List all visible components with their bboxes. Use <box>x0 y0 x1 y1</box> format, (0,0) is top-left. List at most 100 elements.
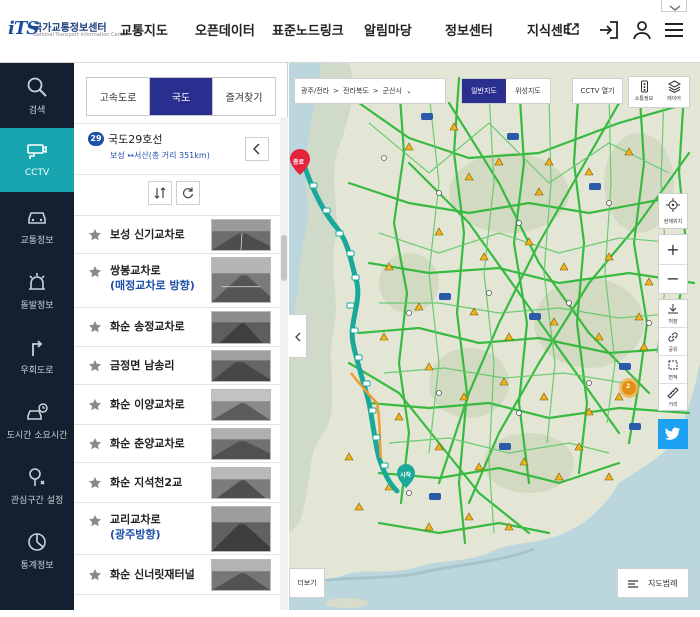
list-scrollbar[interactable] <box>280 117 288 610</box>
cctv-thumbnail[interactable] <box>211 257 271 303</box>
scrollbar-thumb[interactable] <box>281 235 287 281</box>
tab-favorites[interactable]: 즐겨찾기 <box>213 78 275 115</box>
sidebar-item-favorite-route[interactable]: 관심구간 설정 <box>0 453 74 517</box>
list-item[interactable]: 화순 지석천2교 <box>74 463 280 503</box>
sidebar-item-label: 도시간 소요시간 <box>6 431 68 441</box>
list-item[interactable]: 금정면 남송리 <box>74 347 280 385</box>
site-logo[interactable]: iTS 국가교통정보센터 National Transport Informat… <box>8 18 128 44</box>
list-item[interactable]: 보성 신기교차로 <box>74 216 280 254</box>
share-button[interactable]: 공유 <box>659 328 687 356</box>
breadcrumb-province[interactable]: 전라북도 <box>343 86 369 96</box>
nav-open-data[interactable]: 오픈데이터 <box>195 20 255 39</box>
layer-button[interactable]: 레이어 <box>659 77 689 107</box>
cctv-name: 화순 지석천2교 <box>110 476 183 489</box>
traffic-map[interactable]: 종료 시작 2 광주/전라 > 전라북도 > 군산시 ⌄ 일반지도 위성지도 C… <box>289 63 700 610</box>
sidebar-item-label: 통계정보 <box>20 561 54 571</box>
refresh-button[interactable] <box>176 181 200 205</box>
save-button[interactable]: 저장 <box>659 300 687 328</box>
area-measure-button[interactable]: 면적 <box>659 356 687 384</box>
traffic-light-icon <box>641 80 648 93</box>
cctv-name: 화순 신너릿재터널 <box>110 568 195 581</box>
cluster-count[interactable]: 2 <box>626 383 630 390</box>
cctv-thumbnail[interactable] <box>211 428 271 460</box>
twitter-button[interactable] <box>658 419 688 449</box>
nav-knowledge-center[interactable]: 지식센터 <box>527 20 570 39</box>
list-item[interactable]: 교리교차로 (광주방향) <box>74 503 280 555</box>
nav-standard-node-link[interactable]: 표준노드링크 <box>272 20 344 39</box>
star-icon[interactable] <box>88 359 102 373</box>
star-icon[interactable] <box>88 398 102 412</box>
star-icon[interactable] <box>88 228 102 242</box>
sidebar-item-statistics[interactable]: 통계정보 <box>0 518 74 582</box>
sort-button[interactable] <box>148 181 172 205</box>
map-legend-button[interactable]: 지도범례 <box>617 568 689 598</box>
chevron-down-icon: ⌄ <box>405 87 412 95</box>
star-icon[interactable] <box>88 568 102 582</box>
locate-button[interactable]: 현재위치 <box>659 194 687 228</box>
cctv-direction: (광주방향) <box>110 528 161 541</box>
login-icon[interactable] <box>597 18 621 42</box>
list-item[interactable]: 화순 이양교차로 <box>74 385 280 425</box>
menu-icon[interactable] <box>662 18 686 42</box>
sidebar-item-search[interactable]: 검색 <box>0 63 74 127</box>
cctv-name: 보성 신기교차로 <box>110 228 185 241</box>
breadcrumb-city[interactable]: 군산시 <box>383 86 402 96</box>
nav-info-center[interactable]: 정보센터 <box>445 20 493 39</box>
cctv-thumbnail[interactable] <box>211 389 271 421</box>
search-icon <box>27 77 47 97</box>
nav-notice[interactable]: 알림마당 <box>364 20 412 39</box>
sidebar-item-traffic[interactable]: 교통정보 <box>0 193 74 257</box>
star-icon[interactable] <box>88 514 102 528</box>
more-button[interactable]: 더보기 <box>289 568 325 598</box>
user-icon[interactable] <box>630 18 654 42</box>
back-button[interactable] <box>245 137 269 161</box>
map-canvas[interactable] <box>289 63 700 610</box>
distance-measure-button[interactable]: 거리 <box>659 384 687 410</box>
panel-collapse-button[interactable] <box>289 314 307 358</box>
star-icon[interactable] <box>88 476 102 490</box>
sidebar-item-cctv[interactable]: CCTV <box>0 128 74 192</box>
breadcrumb[interactable]: 광주/전라 > 전라북도 > 군산시 ⌄ <box>294 78 446 104</box>
header-collapse-button[interactable] <box>661 0 687 12</box>
cctv-thumbnail[interactable] <box>211 559 271 591</box>
tab-national-road[interactable]: 국도 <box>150 78 213 115</box>
route-to: 서산 <box>133 151 149 160</box>
refresh-icon <box>182 187 194 199</box>
satellite-map-button[interactable]: 위성지도 <box>506 79 550 103</box>
zoom-out-button[interactable]: − <box>659 265 687 293</box>
star-icon[interactable] <box>88 320 102 334</box>
list-item[interactable]: 화순 신너릿재터널 <box>74 555 280 595</box>
zoom-control: + − <box>658 234 688 294</box>
star-icon[interactable] <box>88 265 102 279</box>
cctv-thumbnail[interactable] <box>211 219 271 251</box>
star-icon[interactable] <box>88 437 102 451</box>
sidebar-item-travel-time[interactable]: 도시간 소요시간 <box>0 388 74 452</box>
distance-label: 거리 <box>668 402 678 408</box>
cctv-thumbnail[interactable] <box>211 506 271 552</box>
sidebar-item-label: 검색 <box>28 106 46 116</box>
cctv-list: 보성 신기교차로 쌍봉교차로 (매정교차로 방향) 화순 송정교차로 금정면 남… <box>74 215 280 610</box>
cctv-thumbnail[interactable] <box>211 467 271 499</box>
nav-traffic-map[interactable]: 교통지도 <box>120 20 168 39</box>
app-root: iTS 국가교통정보센터 National Transport Informat… <box>0 0 700 617</box>
arrow-icon: ↔ <box>127 151 134 160</box>
cctv-thumbnail[interactable] <box>211 350 271 382</box>
sidebar-item-detour[interactable]: 우회도로 <box>0 323 74 387</box>
list-item[interactable]: 쌍봉교차로 (매정교차로 방향) <box>74 254 280 308</box>
list-item[interactable]: 화순 춘양교차로 <box>74 425 280 463</box>
locate-control: 현재위치 <box>658 193 688 229</box>
alert-lamp-icon <box>29 273 45 290</box>
breadcrumb-separator: > <box>333 87 339 95</box>
area-icon <box>668 360 678 370</box>
sidebar-item-label: 교통정보 <box>20 236 54 246</box>
traffic-info-button[interactable]: 소통정보 <box>629 77 659 107</box>
route-header: 29 국도29호선 보성 ↔서산(총 거리 351km) <box>74 123 280 175</box>
sidebar-item-incident[interactable]: 돌발정보 <box>0 258 74 322</box>
zoom-in-button[interactable]: + <box>659 235 687 265</box>
breadcrumb-region[interactable]: 광주/전라 <box>301 86 329 96</box>
list-item[interactable]: 화순 송정교차로 <box>74 308 280 347</box>
cctv-thumbnail[interactable] <box>211 311 271 344</box>
cctv-open-button[interactable]: CCTV 열기 <box>572 78 623 104</box>
tab-expressway[interactable]: 고속도로 <box>87 78 150 115</box>
normal-map-button[interactable]: 일반지도 <box>462 79 506 103</box>
